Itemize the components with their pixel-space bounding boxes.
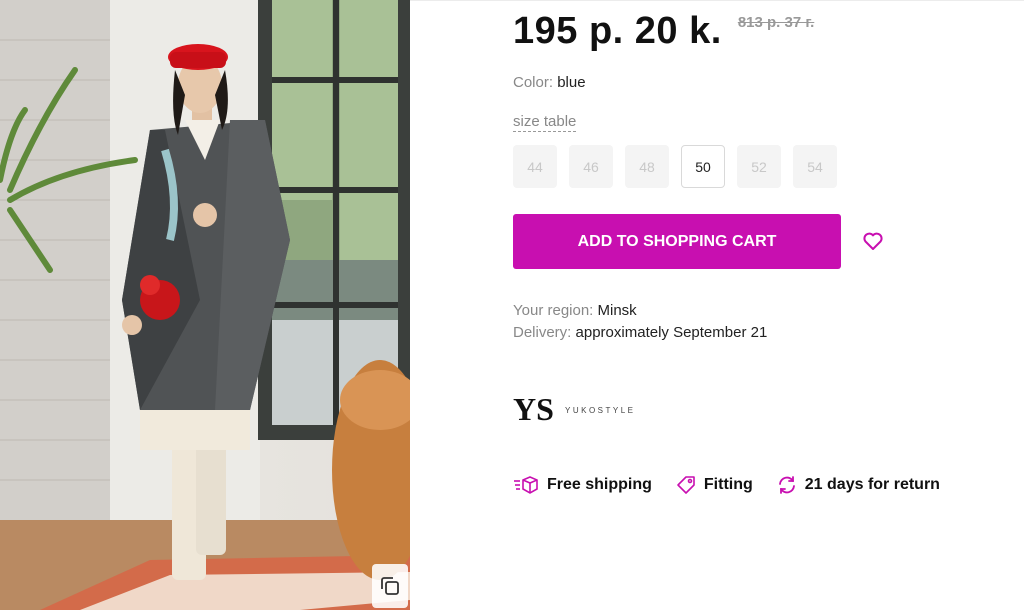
brand-name: YUKOSTYLE: [565, 405, 636, 415]
color-label: Color:: [513, 74, 554, 91]
size-option-52[interactable]: 52: [737, 145, 781, 188]
color-value: blue: [557, 74, 586, 91]
price-current: 195 р. 20 k.: [513, 10, 722, 52]
refresh-icon: [778, 476, 795, 494]
copy-icon[interactable]: [372, 564, 408, 608]
brand-logo-mark: YS: [513, 392, 553, 427]
size-selector: 44 46 48 50 52 54: [513, 145, 837, 188]
product-info: 195 р. 20 k. 813 р. 37 г. Color: blue si…: [513, 0, 1024, 610]
tag-icon: [677, 476, 695, 494]
product-image: [0, 0, 410, 610]
feature-return: 21 days for return: [777, 475, 940, 495]
color-row: Color: blue: [513, 74, 586, 91]
size-option-46[interactable]: 46: [569, 145, 613, 188]
brand-logo[interactable]: YS YUKOSTYLE: [513, 392, 636, 428]
features-row: Free shipping Fitting 21 days for return: [513, 475, 964, 495]
region-label: Your region:: [513, 302, 594, 319]
product-page: 195 р. 20 k. 813 р. 37 г. Color: blue si…: [0, 0, 1024, 610]
size-table-link[interactable]: size table: [513, 113, 577, 132]
size-option-44[interactable]: 44: [513, 145, 557, 188]
size-option-54[interactable]: 54: [793, 145, 837, 188]
feature-free-shipping: Free shipping: [513, 475, 652, 495]
region-value: Minsk: [597, 302, 637, 319]
svg-text:YS: YS: [513, 392, 553, 427]
feature-fitting: Fitting: [676, 475, 753, 495]
product-photo[interactable]: [0, 0, 410, 610]
feature-label: Free shipping: [547, 476, 652, 493]
size-option-48[interactable]: 48: [625, 145, 669, 188]
delivery-label: Delivery:: [513, 324, 572, 341]
heart-icon[interactable]: [861, 229, 885, 253]
delivery-row: Delivery: approximately September 21: [513, 324, 767, 341]
delivery-value: approximately September 21: [575, 324, 768, 341]
truck-icon: [514, 476, 538, 494]
feature-label: Fitting: [703, 476, 753, 493]
size-option-50[interactable]: 50: [681, 145, 725, 188]
price-row: 195 р. 20 k. 813 р. 37 г.: [513, 6, 814, 56]
price-old: 813 р. 37 г.: [737, 14, 815, 31]
region-row: Your region: Minsk: [513, 302, 637, 319]
feature-label: 21 days for return: [804, 476, 940, 493]
add-to-cart-button[interactable]: ADD TO SHOPPING CART: [513, 214, 841, 269]
